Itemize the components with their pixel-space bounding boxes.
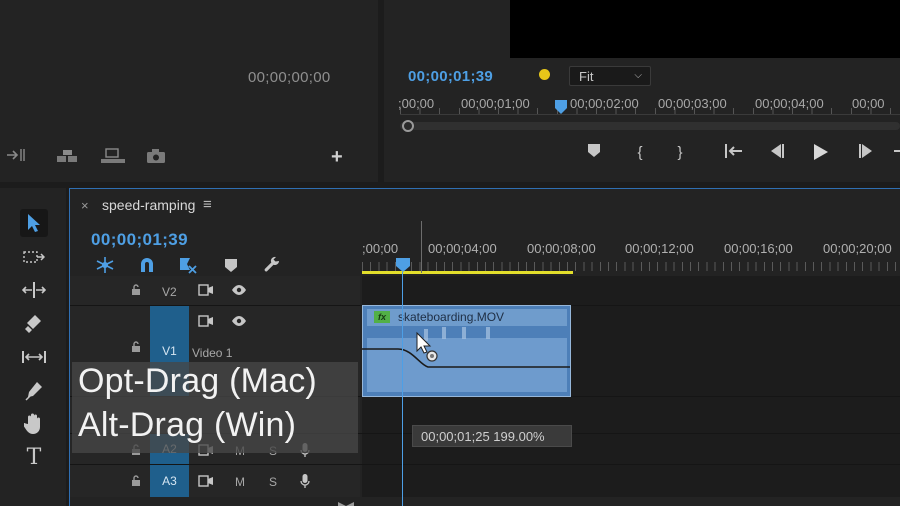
close-icon[interactable]: ×	[81, 198, 89, 213]
program-ruler-label: 00;00;04;00	[755, 96, 824, 111]
step-forward-icon[interactable]	[856, 144, 876, 162]
timeline-ruler-label: 00;00;16;00	[724, 241, 793, 256]
program-playhead[interactable]	[555, 100, 567, 114]
track-lane-a3	[362, 465, 900, 497]
solo-button[interactable]: S	[269, 475, 277, 489]
speed-cursor-icon	[416, 331, 438, 362]
microphone-icon[interactable]	[300, 473, 310, 492]
toggle-sync-lock-icon[interactable]	[198, 315, 214, 330]
program-zoom-handle[interactable]	[402, 120, 414, 132]
mark-in-icon[interactable]: {	[630, 144, 650, 161]
track-header-a3	[70, 465, 360, 497]
zoom-select-value: Fit	[579, 69, 594, 84]
timeline-ruler-label: 00;00;04;00	[428, 241, 497, 256]
program-timecode[interactable]: 00;00;01;39	[408, 68, 493, 85]
slip-tool-icon[interactable]	[20, 343, 48, 371]
timeline-timecode[interactable]: 00;00;01;39	[91, 230, 188, 250]
timeline-ruler-ticks	[362, 262, 900, 271]
mute-button[interactable]: M	[235, 475, 245, 489]
track-name-v1: Video 1	[192, 346, 233, 360]
program-ruler-label: ;00;00	[398, 96, 435, 111]
razor-tool-icon[interactable]	[20, 310, 48, 338]
time-remap-rubber-band[interactable]	[362, 305, 572, 397]
timeline-ruler-label: 00;00;20;00	[823, 241, 892, 256]
type-tool-icon[interactable]: T	[20, 443, 48, 471]
lock-icon[interactable]	[131, 283, 141, 299]
toggle-sync-lock-icon[interactable]	[198, 475, 214, 490]
program-ruler-label: 00;00	[852, 96, 885, 111]
snap-magnet-icon[interactable]	[136, 255, 158, 275]
track-header-v2	[70, 276, 360, 305]
mouse-position-line	[421, 221, 422, 273]
timeline-playhead-line[interactable]	[402, 272, 403, 506]
linked-selection-icon[interactable]	[177, 255, 199, 275]
pen-tool-icon[interactable]	[20, 377, 48, 405]
caption-line-win: Alt-Drag (Win)	[78, 406, 297, 444]
zoom-select[interactable]: Fit ⌵	[569, 66, 651, 86]
track-select-tool-icon[interactable]	[20, 243, 48, 271]
nest-icon[interactable]	[94, 255, 116, 275]
speed-tooltip: 00;00;01;25 199.00%	[412, 425, 572, 447]
wrench-icon[interactable]	[261, 255, 283, 275]
program-video-frame	[510, 0, 900, 58]
step-back-icon[interactable]	[767, 144, 787, 162]
eye-icon[interactable]	[231, 284, 247, 299]
lock-icon[interactable]	[131, 340, 141, 356]
caption-line-mac: Opt-Drag (Mac)	[78, 362, 317, 400]
program-ruler-label: 00;00;03;00	[658, 96, 727, 111]
program-ruler-label: 00;00;01;00	[461, 96, 530, 111]
camera-icon[interactable]	[146, 148, 166, 167]
master-track-icon[interactable]	[338, 498, 354, 506]
insert-icon[interactable]	[6, 148, 26, 165]
track-label-v2: V2	[162, 285, 177, 299]
add-marker-icon[interactable]	[220, 255, 242, 275]
sequence-tab[interactable]: speed-ramping	[102, 197, 195, 213]
overwrite-icon[interactable]	[56, 148, 80, 167]
premiere-workspace: 00;00;00;00 + 00;00;01;39 Fit ⌵ ;00;00 0…	[0, 0, 900, 506]
program-ruler-baseline	[400, 114, 900, 115]
add-button[interactable]: +	[331, 146, 343, 169]
work-area-bar[interactable]	[362, 271, 573, 274]
marker-indicator	[539, 69, 550, 80]
timeline-playhead[interactable]	[396, 258, 410, 272]
ripple-edit-tool-icon[interactable]	[20, 276, 48, 304]
add-marker-icon[interactable]	[584, 144, 604, 161]
chevron-down-icon: ⌵	[634, 70, 642, 81]
mark-out-icon[interactable]: }	[670, 144, 690, 161]
hand-tool-icon[interactable]	[20, 410, 48, 438]
go-to-in-icon[interactable]	[724, 144, 744, 162]
selection-tool-icon[interactable]	[20, 209, 48, 237]
toggle-sync-lock-icon[interactable]	[198, 284, 214, 299]
go-to-out-icon[interactable]	[892, 144, 900, 162]
track-lane-v2	[362, 276, 900, 305]
export-frame-stack-icon[interactable]	[100, 148, 126, 167]
panel-menu-icon[interactable]: ≡	[203, 196, 212, 213]
play-icon[interactable]	[811, 144, 831, 164]
program-ruler-label: 00;00;02;00	[570, 96, 639, 111]
source-timecode[interactable]: 00;00;00;00	[248, 69, 331, 86]
lock-icon[interactable]	[131, 474, 141, 490]
program-zoom-scrollbar[interactable]	[400, 122, 900, 130]
timeline-ruler-label: 00;00;08;00	[527, 241, 596, 256]
timeline-ruler-label: ;00;00	[362, 241, 399, 256]
eye-icon[interactable]	[231, 315, 247, 330]
source-patch-a3[interactable]: A3	[150, 465, 189, 497]
timeline-ruler-label: 00;00;12;00	[625, 241, 694, 256]
